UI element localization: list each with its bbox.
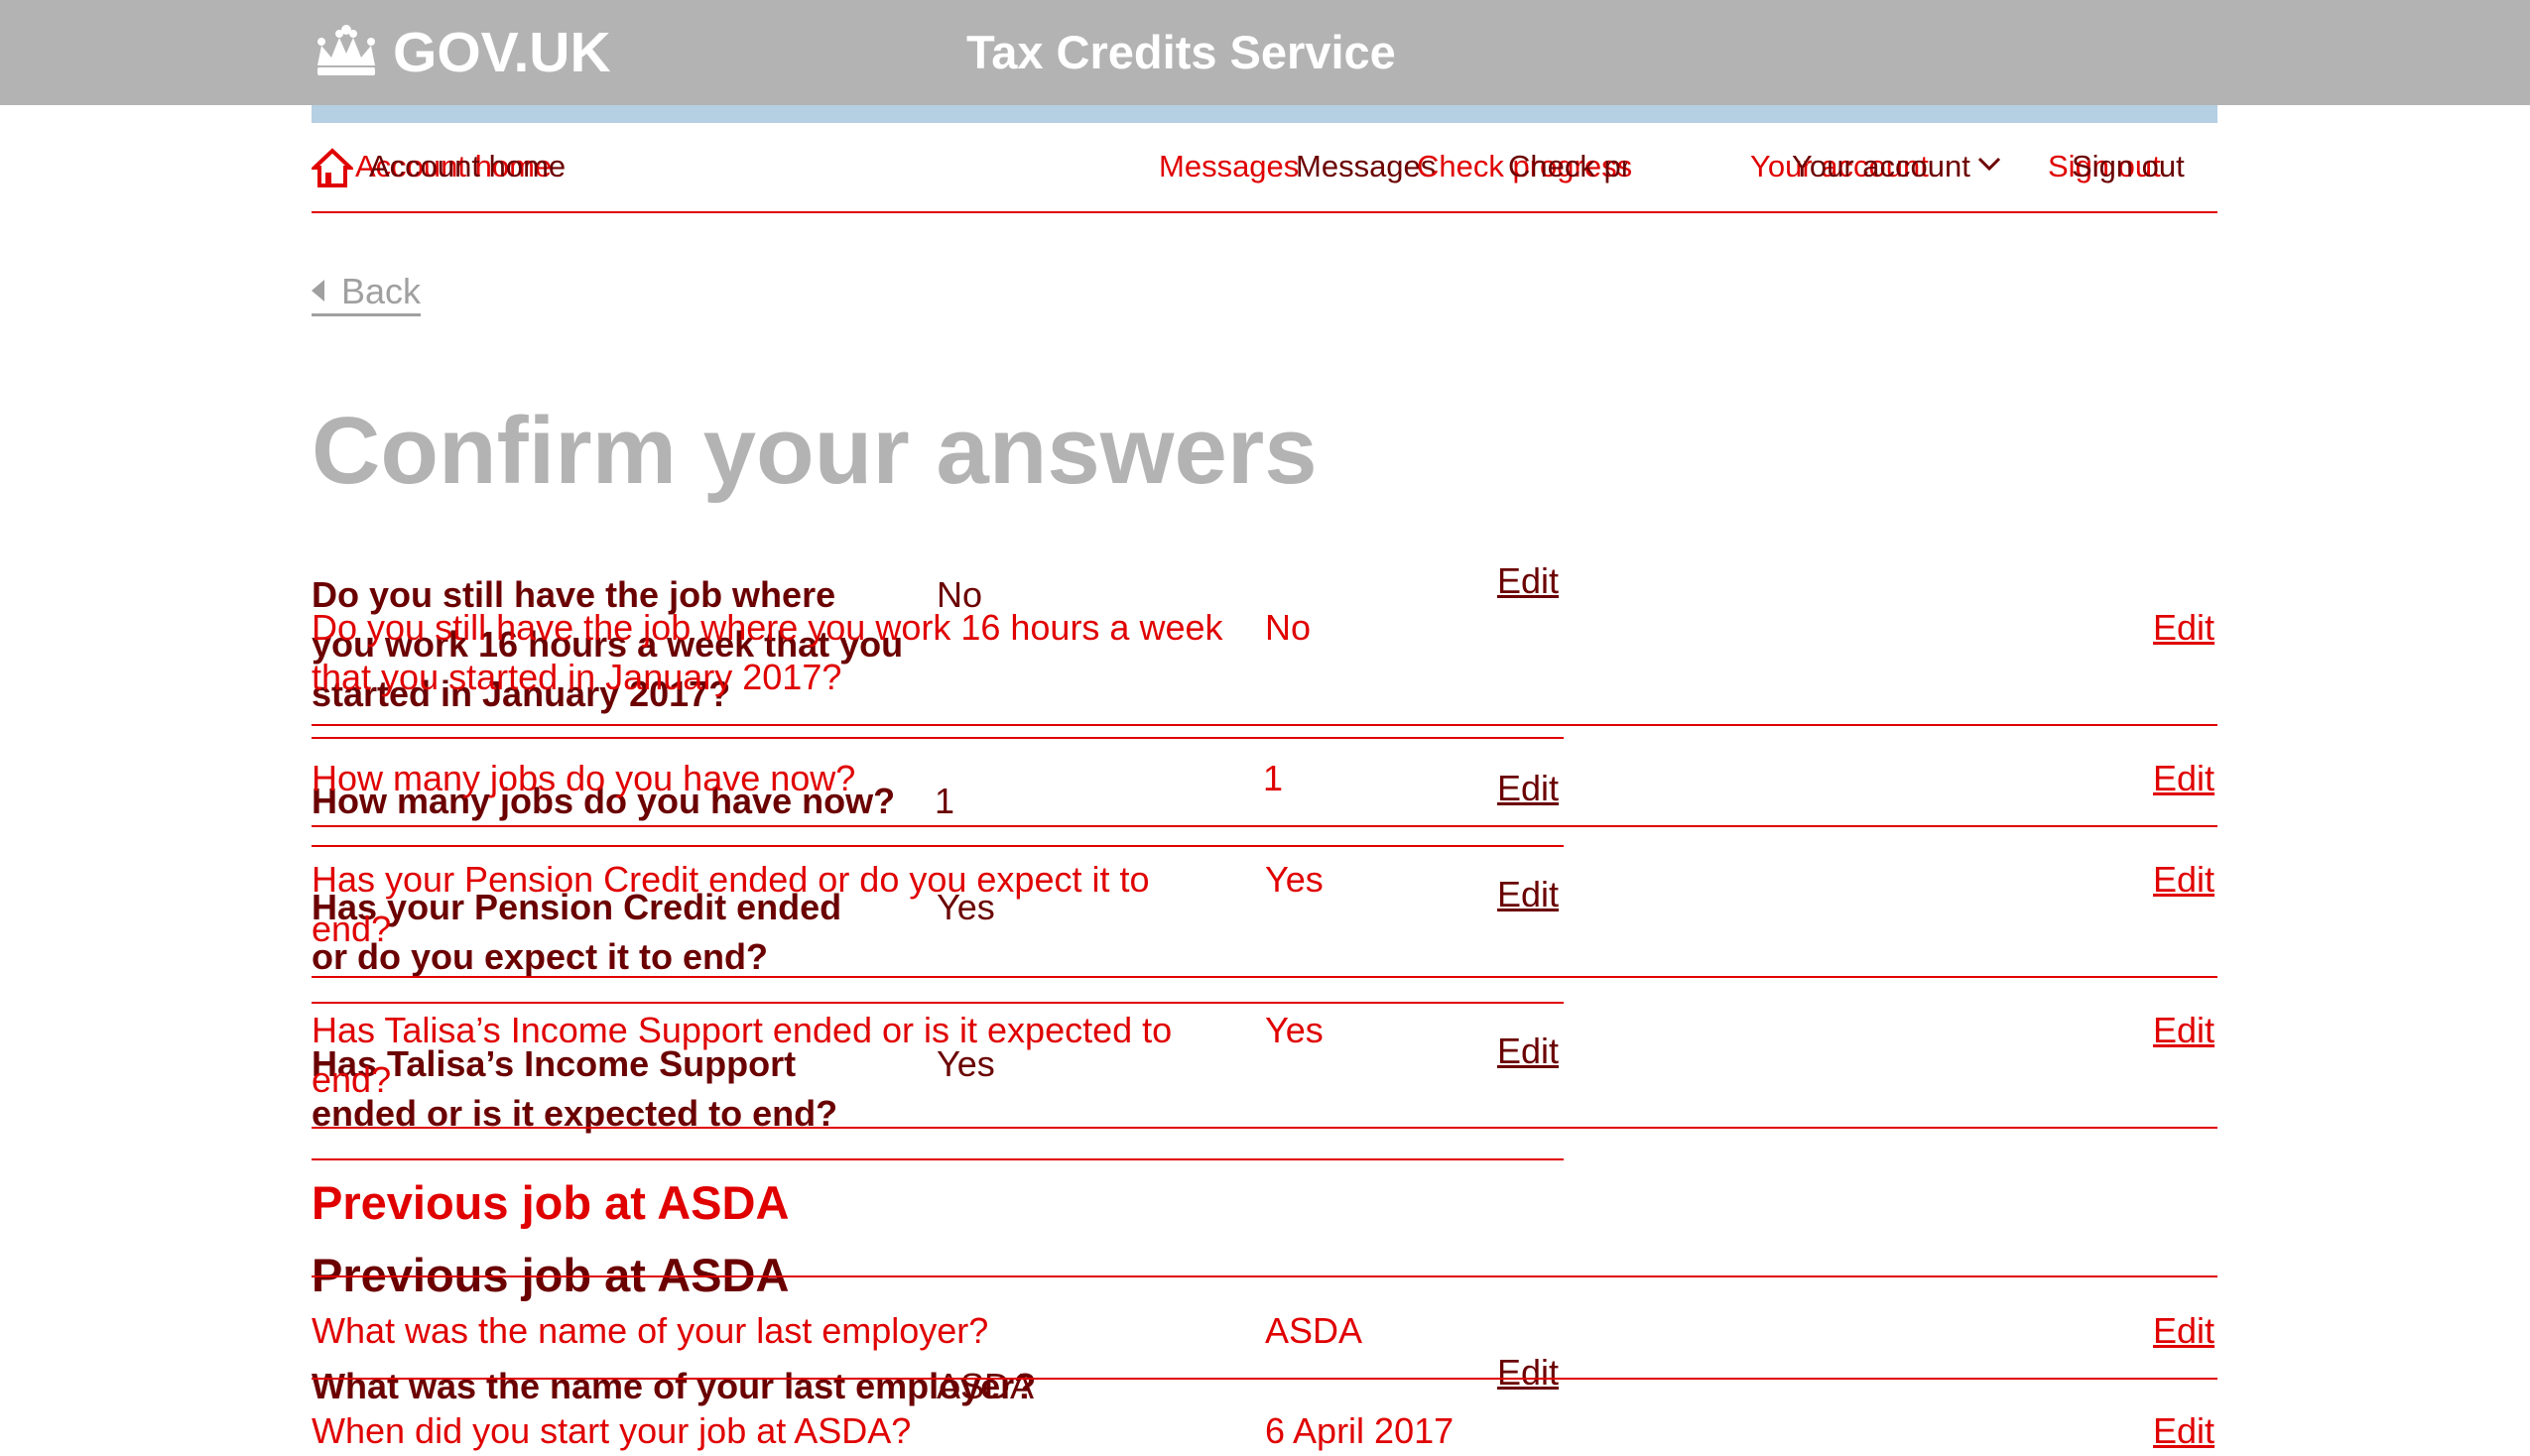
row-divider — [312, 1158, 1564, 1160]
edit-link[interactable]: Edit — [2153, 754, 2214, 803]
answer-value: ASDA — [937, 1366, 1035, 1406]
row-divider — [312, 737, 1564, 739]
govuk-logo[interactable]: GOV.UK — [393, 20, 611, 85]
edit-link[interactable]: Edit — [1497, 556, 1559, 606]
row-divider — [312, 845, 1564, 847]
edit-link[interactable]: Edit — [2153, 1006, 2214, 1055]
phase-banner-strip — [312, 105, 2217, 123]
row-divider — [312, 1002, 1564, 1004]
question-label: Has Talisa’s Income Support ended or is … — [312, 1010, 1173, 1100]
question-label: What was the name of your last employer? — [312, 1366, 1037, 1406]
crown-icon — [317, 25, 375, 75]
answer-value: 6 April 2017 — [1265, 1410, 1455, 1451]
edit-link[interactable]: Edit — [1497, 764, 1559, 813]
nav-account-home-overlay[interactable]: Account home — [369, 147, 566, 186]
nav-check-progress-overlay[interactable]: Check progress — [1508, 147, 1627, 186]
row-divider — [312, 724, 2217, 726]
home-icon[interactable] — [312, 147, 353, 188]
nav-messages[interactable]: Messages — [1159, 147, 1299, 186]
question-label: Do you still have the job where you work… — [312, 607, 1223, 697]
question-label: When did you start your job at ASDA? — [312, 1410, 912, 1451]
service-name[interactable]: Tax Credits Service — [966, 24, 1396, 81]
edit-link[interactable]: Edit — [2153, 1406, 2214, 1456]
row-divider — [312, 1275, 2217, 1277]
answer-value: Yes — [1265, 859, 1324, 900]
answer-value: Yes — [1265, 1010, 1324, 1050]
nav-your-account-overlay[interactable]: Your account — [1792, 147, 1970, 186]
nav-sign-out-overlay[interactable]: Sign out — [2072, 147, 2185, 186]
answer-value: 1 — [1263, 758, 1284, 798]
nav-messages-overlay[interactable]: Messages — [1296, 147, 1436, 186]
edit-link[interactable]: Edit — [1497, 1027, 1559, 1076]
row-divider — [312, 825, 2217, 827]
edit-link[interactable]: Edit — [2153, 1306, 2214, 1356]
question-label: How many jobs do you have now? — [312, 758, 856, 798]
edit-link[interactable]: Edit — [1497, 1348, 1559, 1397]
edit-link[interactable]: Edit — [2153, 603, 2214, 653]
chevron-down-icon[interactable] — [1976, 155, 2002, 173]
row-divider — [312, 1127, 2217, 1129]
question-label: Has your Pension Credit ended or do you … — [312, 859, 1150, 949]
edit-link[interactable]: Edit — [2153, 855, 2214, 905]
answer-value: ASDA — [1265, 1310, 1363, 1351]
back-link[interactable]: Back — [312, 270, 422, 316]
row-divider — [312, 1378, 2217, 1380]
page-title: Confirm your answers — [312, 398, 1318, 504]
row-divider — [312, 976, 2217, 978]
nav-divider — [312, 211, 2217, 213]
section-heading: Previous job at ASDA — [312, 1176, 790, 1229]
question-label: What was the name of your last employer? — [312, 1310, 989, 1351]
edit-link[interactable]: Edit — [1497, 870, 1559, 919]
answer-value: No — [1265, 607, 1312, 648]
